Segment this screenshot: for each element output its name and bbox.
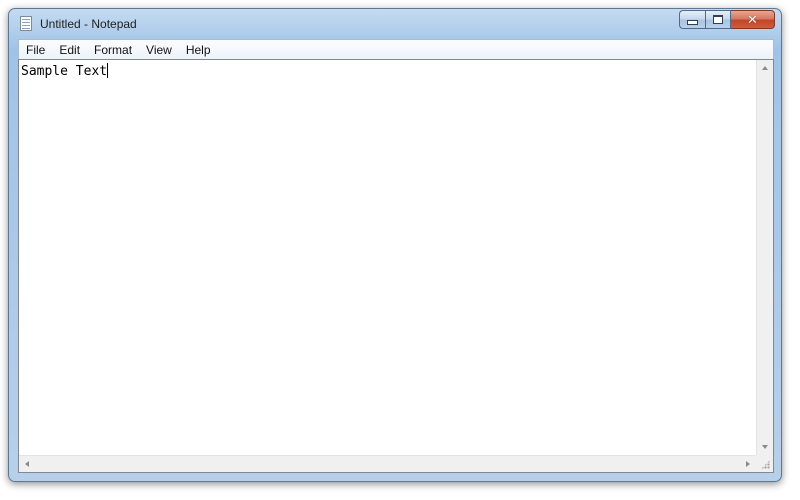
title-bar[interactable]: Untitled - Notepad ✕ (9, 9, 781, 39)
menu-bar: File Edit Format View Help (18, 39, 774, 59)
scroll-right-icon[interactable] (746, 461, 750, 467)
scroll-down-icon[interactable] (762, 445, 768, 449)
editor-text-area[interactable]: Sample Text (21, 63, 109, 80)
notepad-window: Untitled - Notepad ✕ File Edit Format Vi… (8, 8, 782, 482)
text-caret (107, 63, 109, 78)
notepad-icon[interactable] (20, 16, 32, 31)
menu-edit[interactable]: Edit (52, 41, 87, 59)
window-title: Untitled - Notepad (40, 17, 137, 31)
menu-view[interactable]: View (139, 41, 179, 59)
close-icon: ✕ (747, 11, 758, 27)
vertical-scrollbar[interactable] (756, 60, 773, 455)
minimize-icon (687, 19, 698, 25)
menu-file[interactable]: File (19, 41, 52, 59)
menu-help[interactable]: Help (179, 41, 218, 59)
horizontal-scrollbar[interactable] (19, 455, 756, 472)
close-button[interactable]: ✕ (731, 10, 775, 29)
maximize-button[interactable] (705, 10, 731, 29)
caption-buttons: ✕ (679, 10, 775, 29)
size-grip[interactable] (756, 455, 773, 472)
maximize-icon (713, 15, 723, 24)
scroll-up-icon[interactable] (762, 66, 768, 70)
scroll-left-icon[interactable] (25, 461, 29, 467)
editor-content: Sample Text (21, 64, 108, 79)
minimize-button[interactable] (679, 10, 705, 29)
text-editor[interactable]: Sample Text (18, 59, 774, 473)
menu-format[interactable]: Format (87, 41, 139, 59)
